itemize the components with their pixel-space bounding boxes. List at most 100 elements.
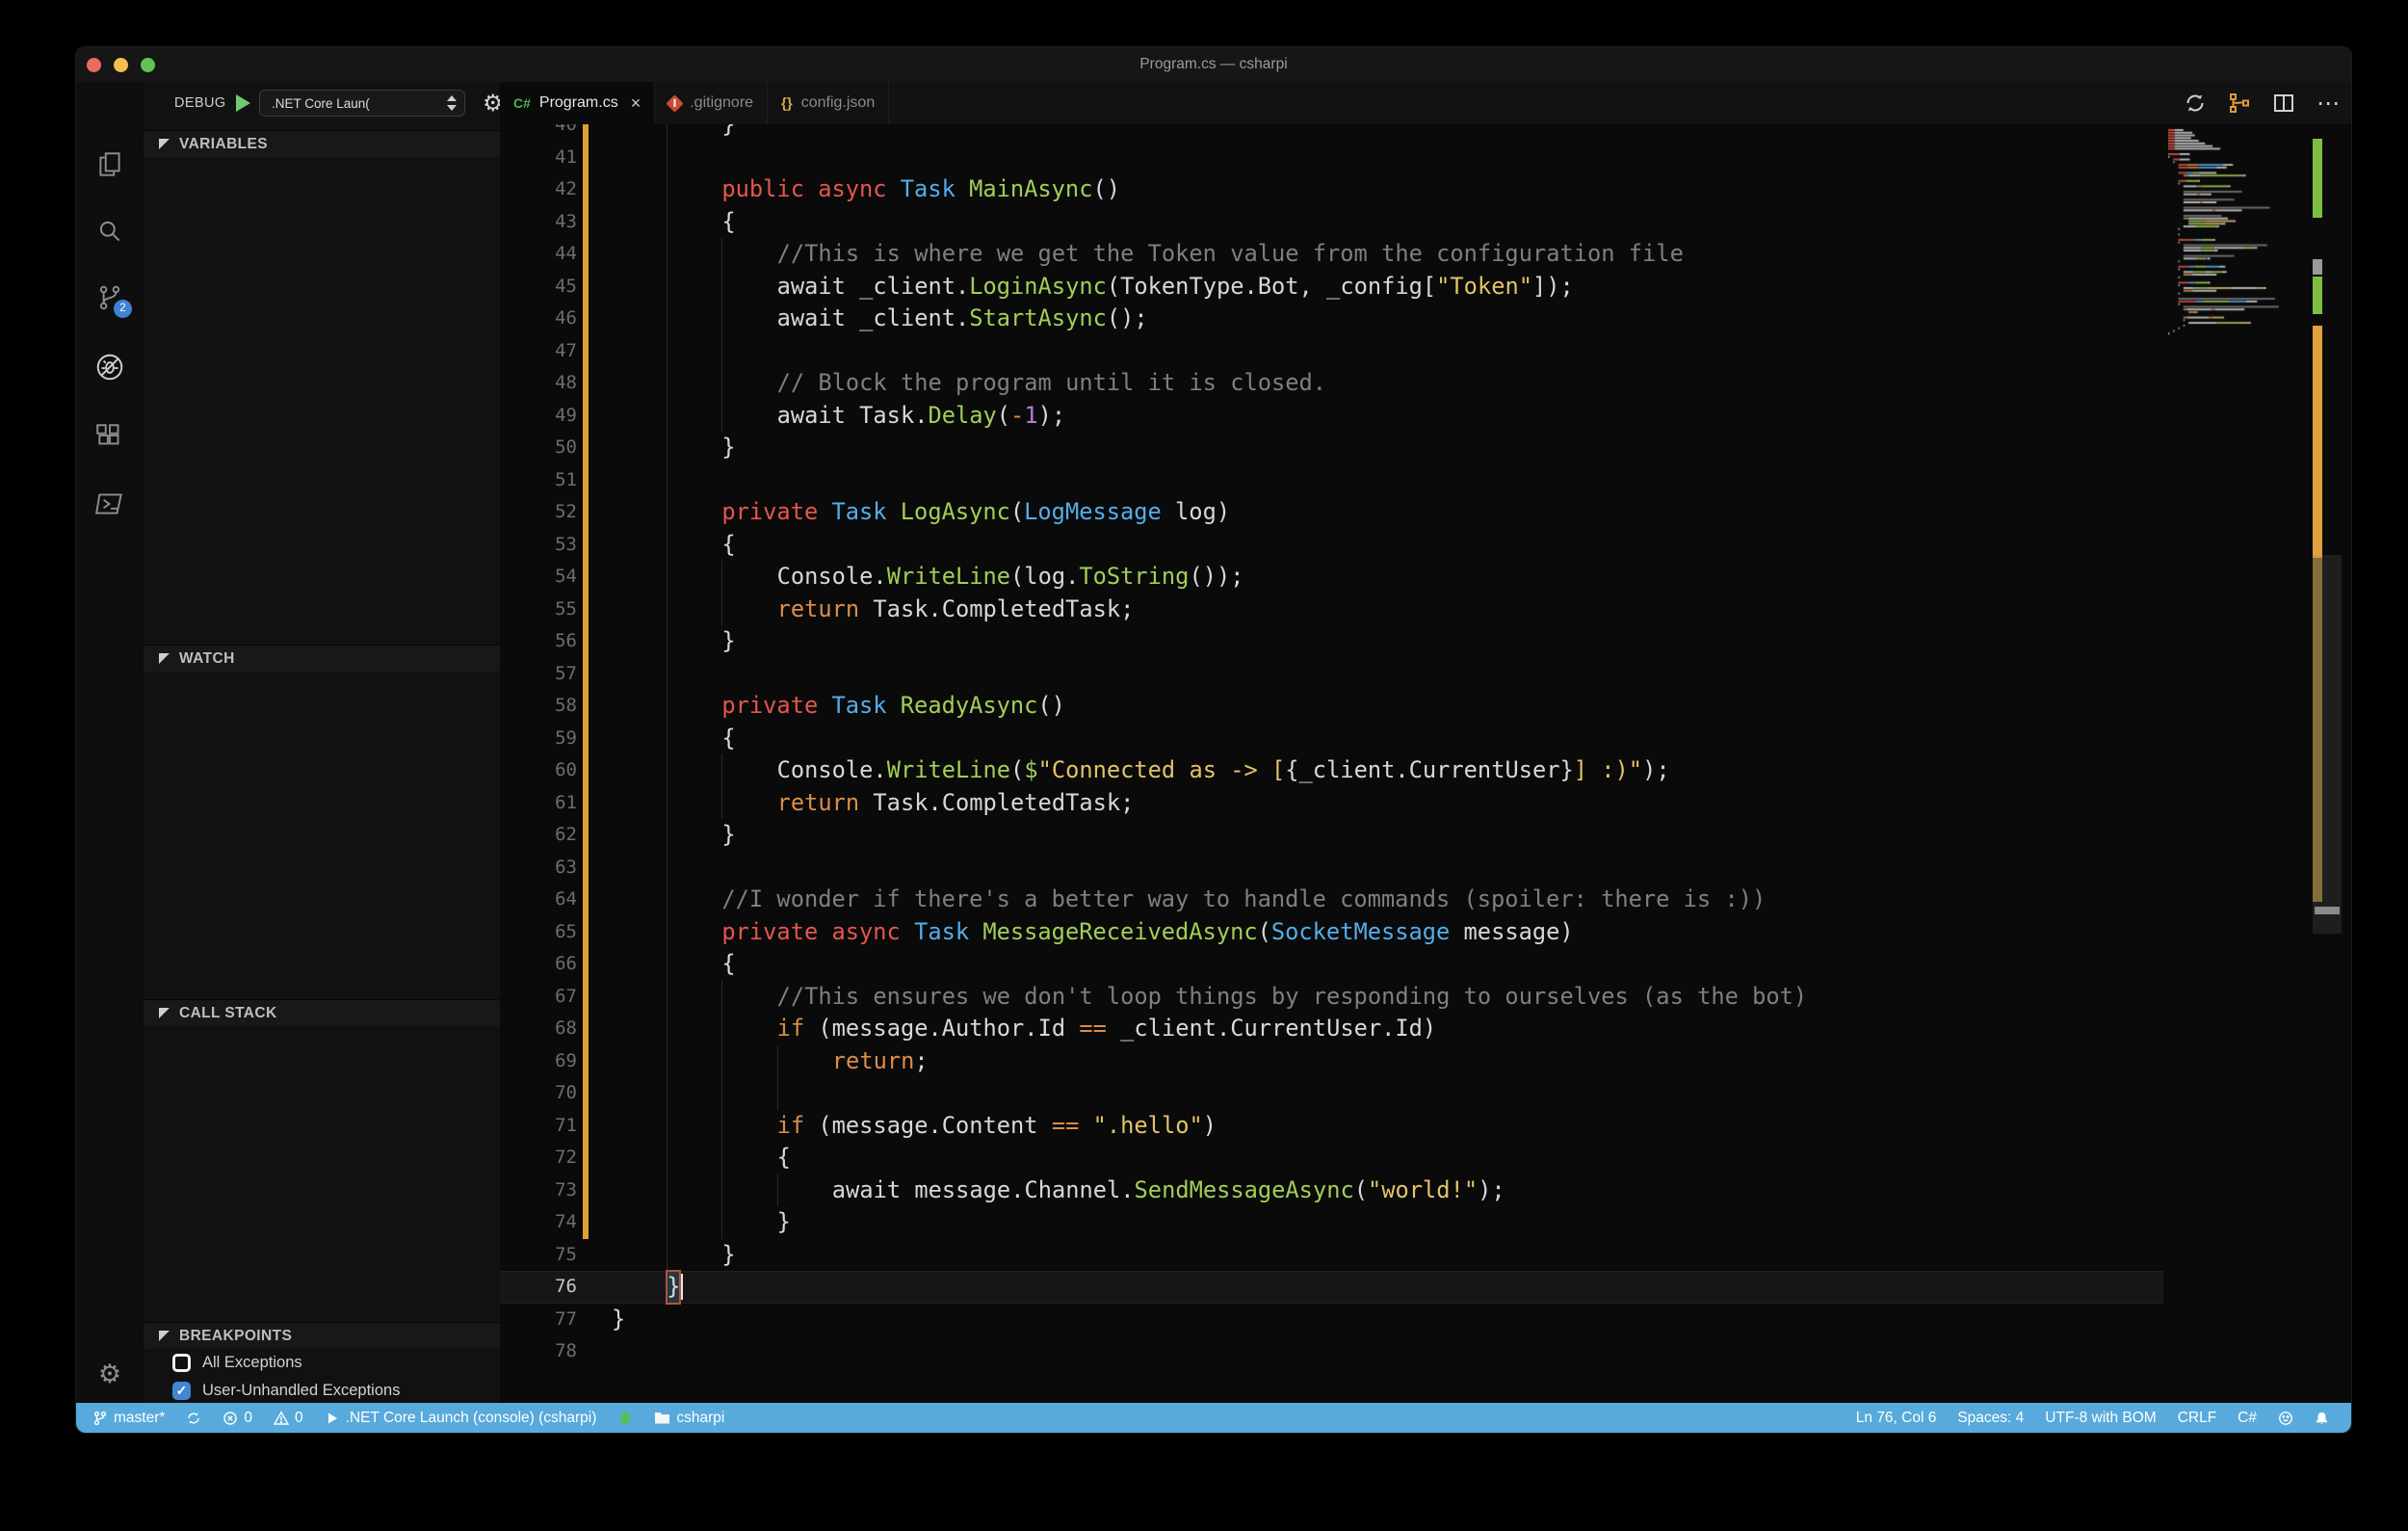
status-net-core-launch-console-csharpi[interactable]: .NET Core Launch (console) (csharpi) [314, 1403, 608, 1433]
line-number[interactable]: 55 [519, 594, 577, 626]
code-line[interactable]: private Task ReadyAsync() [721, 690, 1065, 723]
line-number[interactable]: 59 [519, 723, 577, 755]
synchronize-icon[interactable] [2182, 90, 2209, 117]
launch-configuration-select[interactable]: .NET Core Laun( [259, 90, 465, 117]
tab-config-json[interactable]: {}config.json [768, 82, 889, 124]
line-number[interactable]: 49 [519, 400, 577, 433]
search-icon[interactable] [94, 217, 125, 248]
more-actions-icon[interactable]: ⋯ [2315, 90, 2342, 117]
line-number[interactable]: 63 [519, 852, 577, 884]
line-number[interactable]: 77 [519, 1304, 577, 1336]
line-number[interactable]: 69 [519, 1045, 577, 1078]
line-number[interactable]: 57 [519, 658, 577, 691]
status-smiley[interactable] [2267, 1403, 2304, 1433]
code-line[interactable]: // Block the program until it is closed. [777, 367, 1326, 400]
line-number[interactable]: 45 [519, 271, 577, 304]
line-number[interactable]: 56 [519, 625, 577, 658]
code-line[interactable]: } [612, 1304, 625, 1336]
code-line[interactable]: await _client.LoginAsync(TokenType.Bot, … [777, 271, 1574, 304]
line-number[interactable]: 74 [519, 1206, 577, 1239]
line-number[interactable]: 50 [519, 432, 577, 464]
git-graph-icon[interactable] [2226, 90, 2253, 117]
status-sync[interactable] [175, 1403, 212, 1433]
line-number[interactable]: 70 [519, 1077, 577, 1110]
code-line[interactable]: //This ensures we don't loop things by r… [777, 981, 1808, 1014]
tab-program-cs[interactable]: C#Program.cs× [500, 82, 655, 124]
status-0[interactable]: 0 [263, 1403, 314, 1433]
tab--gitignore[interactable]: .gitignore [655, 82, 768, 124]
line-number[interactable]: 44 [519, 238, 577, 271]
line-number[interactable]: 41 [519, 142, 577, 174]
status-crlf[interactable]: CRLF [2167, 1403, 2227, 1433]
line-number[interactable]: 43 [519, 206, 577, 239]
code-line[interactable]: if (message.Author.Id == _client.Current… [777, 1013, 1437, 1045]
code-line[interactable]: await message.Channel.SendMessageAsync("… [832, 1175, 1505, 1207]
minimap[interactable] [2168, 124, 2313, 529]
start-debug-button[interactable] [236, 94, 250, 112]
line-number[interactable]: 72 [519, 1142, 577, 1175]
code-line[interactable]: private async Task MessageReceivedAsync(… [721, 916, 1573, 949]
line-number[interactable]: 67 [519, 981, 577, 1014]
line-number[interactable]: 76 [519, 1271, 577, 1304]
code-line[interactable]: { [777, 1142, 791, 1175]
code-line[interactable]: private Task LogAsync(LogMessage log) [721, 496, 1230, 529]
code-line[interactable]: //This is where we get the Token value f… [777, 238, 1684, 271]
line-number[interactable]: 60 [519, 754, 577, 787]
settings-gear-icon[interactable]: ⚙ [76, 1359, 144, 1389]
line-number[interactable]: 61 [519, 787, 577, 820]
code-line[interactable]: Console.WriteLine($"Connected as -> [{_c… [777, 754, 1670, 787]
checkbox-checked[interactable]: ✓ [172, 1382, 191, 1400]
code-line[interactable]: await Task.Delay(-1); [777, 400, 1066, 433]
status-spaces-4[interactable]: Spaces: 4 [1947, 1403, 2034, 1433]
close-tab-icon[interactable]: × [631, 93, 641, 114]
code-line[interactable]: await _client.StartAsync(); [777, 303, 1148, 335]
editor-scrollbar[interactable] [2313, 555, 2342, 934]
breakpoint-user-unhandled[interactable]: ✓ User-Unhandled Exceptions [144, 1378, 500, 1404]
line-number[interactable]: 51 [519, 464, 577, 497]
line-number[interactable]: 48 [519, 367, 577, 400]
line-number[interactable]: 62 [519, 819, 577, 852]
source-control-icon[interactable]: 2 [94, 282, 125, 313]
line-number[interactable]: 68 [519, 1013, 577, 1045]
line-number[interactable]: 42 [519, 173, 577, 206]
section-breakpoints[interactable]: BREAKPOINTS [144, 1322, 500, 1349]
code-line[interactable]: } [721, 625, 735, 658]
code-line[interactable]: { [721, 723, 735, 755]
status-bell[interactable] [2304, 1403, 2340, 1433]
line-number[interactable]: 65 [519, 916, 577, 949]
code-line[interactable]: } [667, 1271, 680, 1304]
line-number[interactable]: 40 [519, 124, 577, 142]
code-line[interactable]: { [721, 948, 735, 981]
line-number[interactable]: 66 [519, 948, 577, 981]
status-master[interactable]: master* [82, 1403, 175, 1433]
line-number[interactable]: 75 [519, 1239, 577, 1272]
code-line[interactable]: } [721, 432, 735, 464]
code-editor[interactable]: 40} 4142 public async Task MainAsync() 43 {4… [500, 124, 2351, 1403]
code-line[interactable]: return; [832, 1045, 929, 1078]
code-line[interactable]: } [721, 1239, 735, 1272]
status-csharpi[interactable]: csharpi [643, 1403, 735, 1433]
line-number[interactable]: 52 [519, 496, 577, 529]
checkbox-unchecked[interactable] [172, 1354, 191, 1372]
code-line[interactable]: } [721, 124, 735, 142]
code-line[interactable]: } [777, 1206, 791, 1239]
section-call-stack[interactable]: CALL STACK [144, 999, 500, 1026]
code-line[interactable]: if (message.Content == ".hello") [777, 1110, 1217, 1143]
line-number[interactable]: 73 [519, 1175, 577, 1207]
code-line[interactable]: //I wonder if there's a better way to ha… [721, 884, 1766, 916]
section-watch[interactable]: WATCH [144, 645, 500, 672]
code-line[interactable]: return Task.CompletedTask; [777, 594, 1135, 626]
line-number[interactable]: 78 [519, 1335, 577, 1368]
code-line[interactable]: { [721, 206, 735, 239]
debug-icon[interactable] [94, 352, 125, 383]
line-number[interactable]: 47 [519, 335, 577, 368]
status-utf-8-with-bom[interactable]: UTF-8 with BOM [2034, 1403, 2166, 1433]
code-line[interactable]: public async Task MainAsync() [721, 173, 1120, 206]
line-number[interactable]: 53 [519, 529, 577, 562]
status-c#[interactable]: C# [2227, 1403, 2267, 1433]
split-editor-icon[interactable] [2270, 90, 2297, 117]
section-variables[interactable]: VARIABLES [144, 130, 500, 157]
code-line[interactable]: { [721, 529, 735, 562]
line-number[interactable]: 58 [519, 690, 577, 723]
line-number[interactable]: 64 [519, 884, 577, 916]
